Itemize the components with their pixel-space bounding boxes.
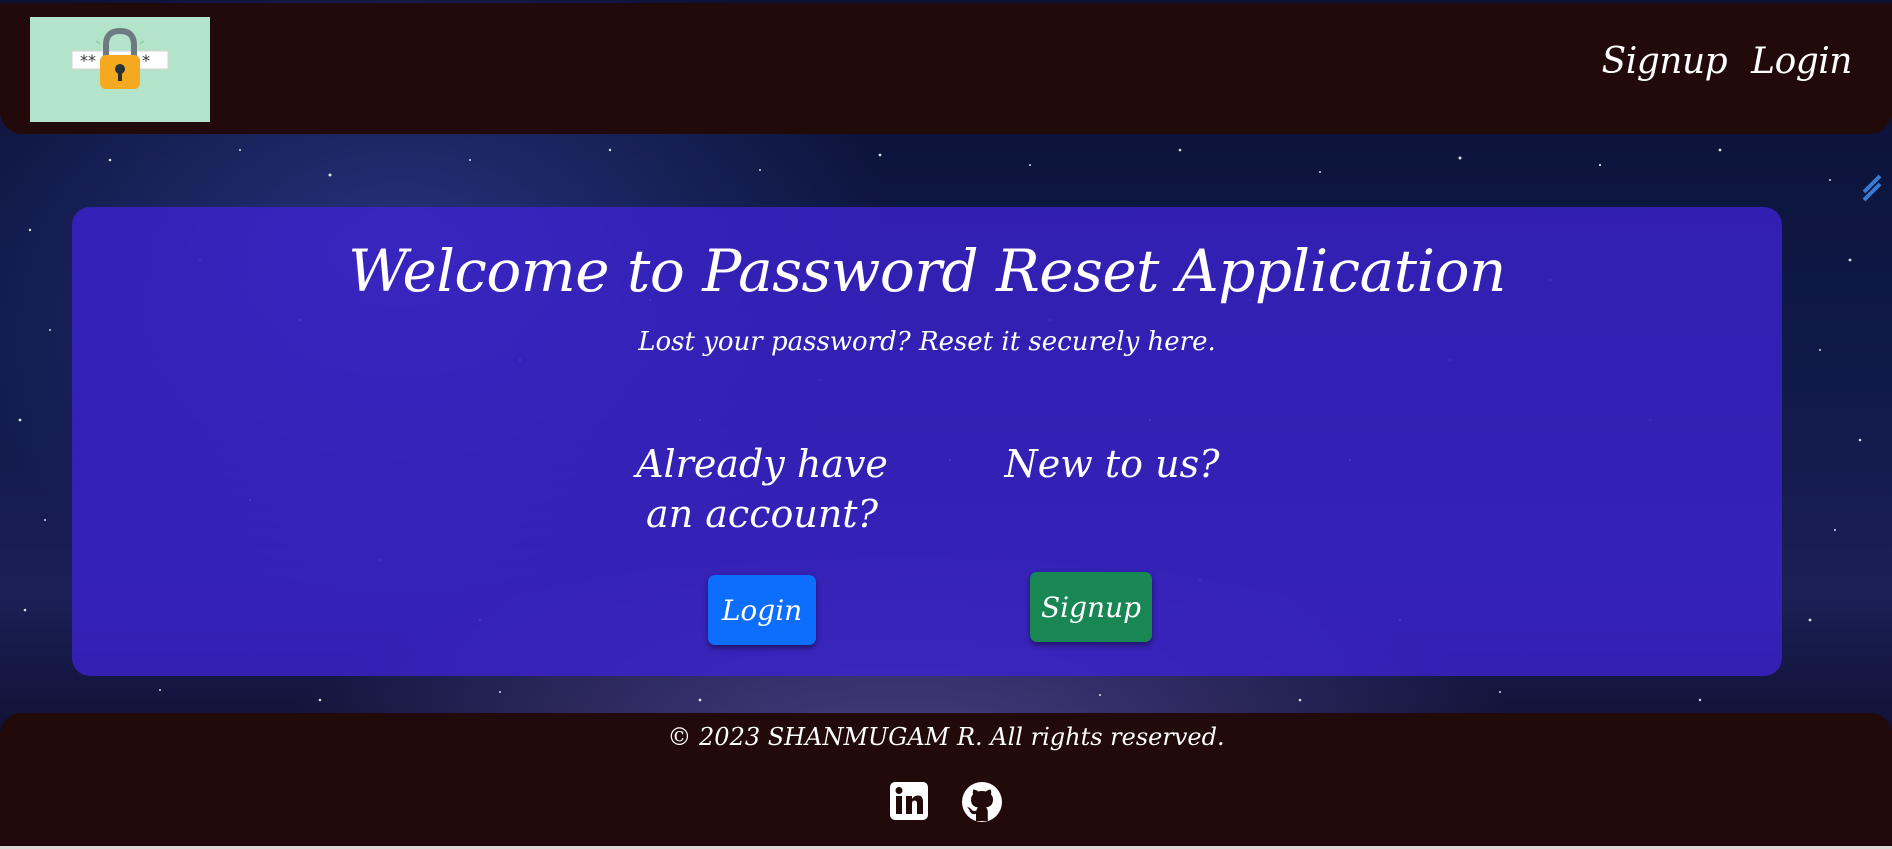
resize-handle-icon bbox=[1862, 174, 1882, 202]
login-button[interactable]: Login bbox=[708, 575, 816, 645]
linkedin-icon bbox=[890, 782, 928, 820]
nav-signup-link[interactable]: Signup bbox=[1602, 41, 1728, 82]
footer: © 2023 SHANMUGAM R. All rights reserved. bbox=[0, 713, 1892, 846]
page-subtitle: Lost your password? Reset it securely he… bbox=[638, 327, 1216, 357]
login-section: Already have an account? bbox=[612, 439, 912, 539]
github-icon bbox=[962, 782, 1002, 822]
signup-section-heading: New to us? bbox=[1004, 442, 1220, 486]
navbar: ** * Signup Login bbox=[0, 3, 1892, 134]
nav-login-link[interactable]: Login bbox=[1751, 41, 1852, 82]
logo[interactable]: ** * bbox=[30, 17, 210, 122]
signup-section: New to us? bbox=[972, 439, 1252, 489]
signup-button[interactable]: Signup bbox=[1030, 572, 1152, 642]
page-title: Welcome to Password Reset Application bbox=[348, 237, 1506, 305]
copyright-text: © 2023 SHANMUGAM R. All rights reserved. bbox=[667, 723, 1225, 751]
svg-text:*: * bbox=[142, 51, 150, 70]
welcome-card: Welcome to Password Reset Application Lo… bbox=[72, 207, 1782, 676]
password-lock-icon: ** * bbox=[71, 27, 169, 89]
svg-text:**: ** bbox=[80, 51, 96, 70]
github-link[interactable] bbox=[961, 781, 1003, 827]
login-section-heading: Already have an account? bbox=[636, 442, 888, 536]
nav-links: Signup Login bbox=[1602, 41, 1853, 82]
linkedin-link[interactable] bbox=[889, 781, 929, 825]
